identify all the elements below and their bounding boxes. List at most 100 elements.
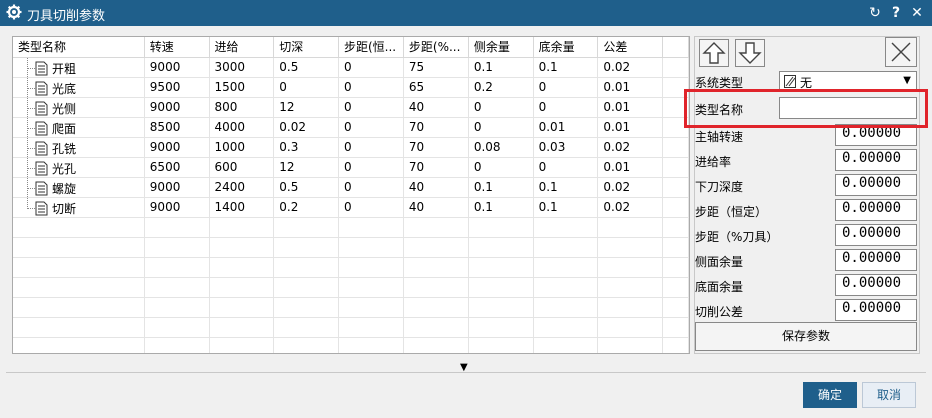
- table-row: [13, 277, 689, 298]
- empty-cell: [338, 257, 404, 278]
- column-header[interactable]: 侧余量: [468, 37, 534, 58]
- move-up-button[interactable]: [699, 39, 729, 67]
- empty-cell: [209, 297, 275, 318]
- arrow-down-icon: [738, 42, 762, 64]
- table-cell: 40: [403, 97, 469, 118]
- table-cell: 0.02: [597, 197, 664, 218]
- tree-branch: [27, 87, 35, 89]
- type-name-text: 切断: [52, 201, 77, 216]
- delete-button[interactable]: [885, 37, 917, 67]
- empty-cell: [403, 237, 469, 258]
- table-cell: 0.01: [597, 117, 664, 138]
- empty-cell: [403, 217, 469, 238]
- type-name-cell: 光孔: [13, 157, 145, 178]
- move-down-button[interactable]: [735, 39, 765, 67]
- system-type-label: 系统类型: [695, 76, 744, 90]
- document-icon: [35, 181, 48, 195]
- reset-icon[interactable]: ↻: [866, 3, 884, 23]
- param-value-input[interactable]: 0.00000: [835, 299, 917, 321]
- cancel-button[interactable]: 取消: [862, 382, 916, 408]
- empty-cell: [209, 317, 275, 338]
- column-header[interactable]: 类型名称: [13, 37, 145, 58]
- column-header[interactable]: 公差: [597, 37, 664, 58]
- table-cell: 3000: [209, 57, 275, 78]
- column-header[interactable]: 转速: [144, 37, 210, 58]
- table-cell: 1500: [209, 77, 275, 98]
- table-row[interactable]: 光孔 6500 600 12 0 70 0 0 0.01: [13, 157, 689, 178]
- param-value-input[interactable]: 0.00000: [835, 224, 917, 246]
- param-value-input[interactable]: 0.00000: [835, 274, 917, 296]
- table-cell: 4000: [209, 117, 275, 138]
- table-row[interactable]: 光侧 9000 800 12 0 40 0 0 0.01: [13, 97, 689, 118]
- empty-cell: [597, 337, 664, 353]
- empty-cell: [597, 257, 664, 278]
- param-value-input[interactable]: 0.00000: [835, 124, 917, 146]
- param-value-input[interactable]: 0.00000: [835, 174, 917, 196]
- empty-cell: [597, 297, 664, 318]
- empty-cell: [273, 237, 339, 258]
- table-cell: 2400: [209, 177, 275, 198]
- table-cell: 40: [403, 197, 469, 218]
- table-row[interactable]: 螺旋 9000 2400 0.5 0 40 0.1 0.1 0.02: [13, 177, 689, 198]
- empty-cell: [662, 197, 689, 218]
- table-row: [13, 237, 689, 258]
- column-header[interactable]: 步距(恒...: [338, 37, 404, 58]
- table-cell: 9000: [144, 57, 210, 78]
- table-cell: 0: [468, 97, 534, 118]
- empty-cell: [662, 297, 689, 318]
- empty-cell: [273, 217, 339, 238]
- column-header[interactable]: 步距(%...: [403, 37, 469, 58]
- empty-cell: [662, 337, 689, 353]
- ok-button[interactable]: 确定: [803, 382, 857, 408]
- empty-cell: [662, 137, 689, 158]
- document-icon: [35, 101, 48, 115]
- empty-cell: [662, 97, 689, 118]
- type-name-input[interactable]: [779, 97, 917, 119]
- table-row[interactable]: 爬面 8500 4000 0.02 0 70 0 0.01 0.01: [13, 117, 689, 138]
- column-header[interactable]: 进给: [209, 37, 275, 58]
- table-cell: 9000: [144, 97, 210, 118]
- param-edit-panel: 系统类型 无 ▼ 类型名称 主轴转速 0.00000 进给率 0.00000 下刀深度 0…: [694, 36, 920, 354]
- param-value-input[interactable]: 0.00000: [835, 249, 917, 271]
- empty-cell: [338, 277, 404, 298]
- tree-branch: [27, 187, 35, 189]
- param-label: 侧面余量: [695, 255, 744, 269]
- table-cell: 0.5: [273, 57, 339, 78]
- table-row[interactable]: 光底 9500 1500 0 0 65 0.2 0 0.01: [13, 77, 689, 98]
- type-name-text: 螺旋: [52, 181, 77, 196]
- table-row[interactable]: 开粗 9000 3000 0.5 0 75 0.1 0.1 0.02: [13, 57, 689, 78]
- table-cell: 600: [209, 157, 275, 178]
- column-header[interactable]: 底余量: [533, 37, 599, 58]
- param-label: 下刀深度: [695, 180, 744, 194]
- table-row[interactable]: 孔铣 9000 1000 0.3 0 70 0.08 0.03 0.02: [13, 137, 689, 158]
- empty-cell: [468, 277, 534, 298]
- table-cell: 0.1: [533, 57, 599, 78]
- empty-cell: [144, 217, 210, 238]
- empty-cell: [662, 317, 689, 338]
- empty-cell: [662, 57, 689, 78]
- column-header[interactable]: 切深: [273, 37, 339, 58]
- save-params-button[interactable]: 保存参数: [695, 322, 917, 351]
- dialog-body: 类型名称 转速 进给 切深 步距(恒... 步距(%... 侧余量 底余量 公差 开粗 9000 3…: [0, 26, 932, 418]
- param-label: 切削公差: [695, 305, 744, 319]
- empty-cell: [597, 237, 664, 258]
- title-bar: 刀具切削参数 ↻ ? ✕: [0, 0, 932, 26]
- empty-cell: [144, 237, 210, 258]
- empty-cell: [468, 317, 534, 338]
- tree-branch: [27, 127, 35, 129]
- table-row[interactable]: 切断 9000 1400 0.2 0 40 0.1 0.1 0.02: [13, 197, 689, 218]
- empty-cell: [209, 217, 275, 238]
- param-label: 步距（恒定）: [695, 205, 768, 219]
- param-value-input[interactable]: 0.00000: [835, 199, 917, 221]
- empty-cell: [273, 317, 339, 338]
- empty-cell: [403, 337, 469, 353]
- table-cell: 0.1: [468, 177, 534, 198]
- tree-branch: [27, 67, 35, 69]
- close-icon[interactable]: ✕: [908, 3, 926, 23]
- type-name-text: 开粗: [52, 61, 77, 76]
- help-icon[interactable]: ?: [887, 3, 905, 23]
- empty-cell: [403, 257, 469, 278]
- system-type-select[interactable]: 无 ▼: [779, 71, 917, 92]
- empty-cell: [597, 217, 664, 238]
- param-value-input[interactable]: 0.00000: [835, 149, 917, 171]
